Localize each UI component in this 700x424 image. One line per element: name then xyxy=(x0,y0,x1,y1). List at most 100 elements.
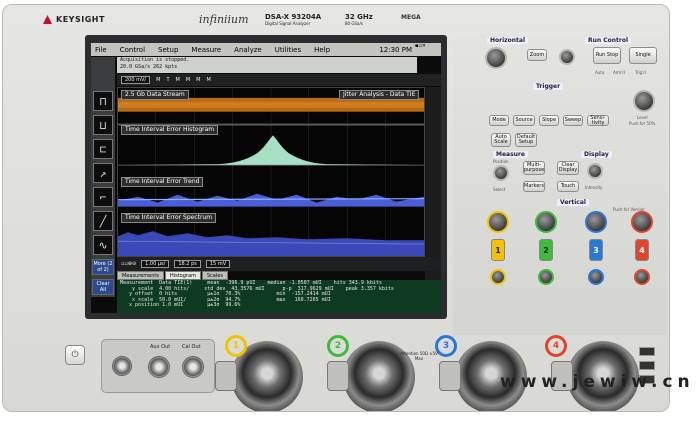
waveform-area[interactable] xyxy=(117,87,425,257)
auto-scale-button[interactable]: Auto Scale xyxy=(491,133,511,147)
push-50-label: Push for 50% xyxy=(629,121,656,126)
ch3-button[interactable]: 3 xyxy=(589,239,603,261)
oscilloscope-body: KEYSIGHT infiniium DSA-X 93204A Digital S… xyxy=(2,4,670,412)
aux-panel: Aux Out Cal Out xyxy=(101,339,215,393)
marker-icon[interactable]: M xyxy=(156,77,160,83)
keysight-logo: KEYSIGHT xyxy=(43,15,105,24)
pulse-icon[interactable]: ⊔ xyxy=(93,115,113,135)
clock: 12:30 PM xyxy=(379,45,412,54)
cal-out-label: Cal Out xyxy=(182,344,201,350)
default-setup-button[interactable]: Default Setup xyxy=(515,133,537,147)
step-icon[interactable]: ⊏ xyxy=(93,139,113,159)
measure-position-knob[interactable] xyxy=(493,165,509,181)
measure-title: Measure xyxy=(493,151,528,158)
aux-out-connector[interactable] xyxy=(148,356,170,378)
usb-port[interactable] xyxy=(639,347,655,356)
waveform-icon[interactable]: ⊓ xyxy=(93,91,113,111)
sine-icon[interactable]: ∿ xyxy=(93,235,113,255)
ramp-icon[interactable]: ╱ xyxy=(93,211,113,231)
marker-icon[interactable]: M xyxy=(196,77,200,83)
run-control-title: Run Control xyxy=(585,37,632,44)
front-panel: Horizontal Run Control Zoom Run Stop Sin… xyxy=(453,35,667,335)
level-label: Level xyxy=(637,115,648,120)
menu-control[interactable]: Control xyxy=(120,46,145,54)
delay-field[interactable]: 18.2 ps xyxy=(174,260,201,268)
transition-icon[interactable]: ⌐ xyxy=(93,187,113,207)
timebase-field[interactable]: 1.00 μs/ xyxy=(141,260,170,268)
menu-analyze[interactable]: Analyze xyxy=(234,46,262,54)
ch1-button[interactable]: 1 xyxy=(491,239,505,261)
intensity-knob[interactable] xyxy=(587,163,603,179)
triggered-label: Trig'd xyxy=(635,70,646,75)
auto-label: Auto xyxy=(595,70,605,75)
select-label: Select xyxy=(493,187,506,192)
trigger-title: Trigger xyxy=(533,83,564,90)
horizontal-position-knob[interactable] xyxy=(559,49,575,65)
menu-help[interactable]: Help xyxy=(314,46,330,54)
ch2-probe-connector[interactable] xyxy=(327,361,349,391)
ch1-offset-knob[interactable] xyxy=(490,269,506,285)
ch3-probe-connector[interactable] xyxy=(439,361,461,391)
ch2-button[interactable]: 2 xyxy=(539,239,553,261)
edge-icon[interactable]: ↗ xyxy=(93,163,113,183)
tab-scales[interactable]: Scales xyxy=(201,271,228,280)
volt-field[interactable]: 15 mV xyxy=(205,260,231,268)
trigger-sensitivity-button[interactable]: Sensi-tivity xyxy=(587,115,609,126)
ch1-probe-connector[interactable] xyxy=(215,361,237,391)
single-button[interactable]: Single xyxy=(629,47,657,64)
ch2-scale-knob[interactable] xyxy=(535,211,557,233)
menu-setup[interactable]: Setup xyxy=(158,46,178,54)
trigger-source-button[interactable]: Source xyxy=(513,115,535,126)
menu-file[interactable]: File xyxy=(95,46,107,54)
ch1-scale[interactable]: 200 mV/ xyxy=(121,76,151,84)
horizontal-scale-knob[interactable] xyxy=(485,47,507,69)
trigger-slope-button[interactable]: Slope xyxy=(539,115,559,126)
clear-all-button[interactable]: Clear All xyxy=(92,279,114,295)
clear-display-button[interactable]: Clear Display xyxy=(557,161,579,175)
display-screen[interactable]: File Control Setup Measure Analyze Utili… xyxy=(91,43,441,313)
trace-label-data-stream[interactable]: 2.5 Gb Data Stream xyxy=(121,90,189,100)
ch4-offset-knob[interactable] xyxy=(634,269,650,285)
tab-measurements[interactable]: Measurements xyxy=(117,271,164,280)
ch1-scale-knob[interactable] xyxy=(487,211,509,233)
attention-warning: Attention 50Ω ±5V Max xyxy=(400,351,438,361)
ch4-scale-knob[interactable] xyxy=(631,211,653,233)
marker-icon[interactable]: T xyxy=(166,77,169,83)
menu-measure[interactable]: Measure xyxy=(191,46,221,54)
marker-icon[interactable]: M xyxy=(176,77,180,83)
data-stream-trace xyxy=(118,101,424,108)
ch3-scale-knob[interactable] xyxy=(585,211,607,233)
aux-out-label: Aux Out xyxy=(150,344,171,350)
power-button[interactable]: ⏻ xyxy=(65,345,85,365)
run-stop-button[interactable]: Run Stop xyxy=(593,47,621,64)
vertical-title: Vertical xyxy=(557,199,589,206)
ground-terminal[interactable] xyxy=(112,356,132,376)
ch3-offset-knob[interactable] xyxy=(588,269,604,285)
measurement-results: Measurement Data TIE(1) mean -396.9 pUI … xyxy=(117,280,441,313)
zoom-controls-icon[interactable]: ▫▫⊕⊖ xyxy=(121,261,136,267)
touch-button[interactable]: Touch xyxy=(557,181,579,192)
ch1-input-ring: 1 xyxy=(225,335,247,357)
results-tabs: Measurements Histogram Scales xyxy=(117,271,441,280)
markers-button[interactable]: Markers xyxy=(523,181,545,192)
zoom-button[interactable]: Zoom xyxy=(527,49,547,61)
usb-port[interactable] xyxy=(639,361,655,370)
trigger-sweep-button[interactable]: Sweep xyxy=(563,115,583,126)
marker-icon[interactable]: M xyxy=(186,77,190,83)
more-button[interactable]: More (2 of 2) xyxy=(92,259,114,275)
marker-icon[interactable]: M xyxy=(206,77,210,83)
menu-utilities[interactable]: Utilities xyxy=(275,46,301,54)
model-label: DSA-X 93204A Digital Signal Analyzer xyxy=(265,13,322,26)
multipurpose-button[interactable]: Multi-purpose xyxy=(523,161,545,175)
trace-label-histogram[interactable]: Time Interval Error Histogram xyxy=(121,125,219,135)
cal-out-connector[interactable] xyxy=(182,356,204,378)
trace-label-spectrum[interactable]: Time Interval Error Spectrum xyxy=(121,213,217,223)
ch4-button[interactable]: 4 xyxy=(635,239,649,261)
window-controls-icon[interactable]: ▪▫✕ xyxy=(415,43,426,49)
trace-label-trend[interactable]: Time Interval Error Trend xyxy=(121,177,204,187)
trigger-mode-button[interactable]: Mode xyxy=(489,115,509,126)
trigger-level-knob[interactable] xyxy=(633,90,655,112)
ch2-offset-knob[interactable] xyxy=(538,269,554,285)
tab-histogram[interactable]: Histogram xyxy=(164,271,201,280)
filter-label[interactable]: Jitter Analysis - Data TIE xyxy=(339,90,420,100)
